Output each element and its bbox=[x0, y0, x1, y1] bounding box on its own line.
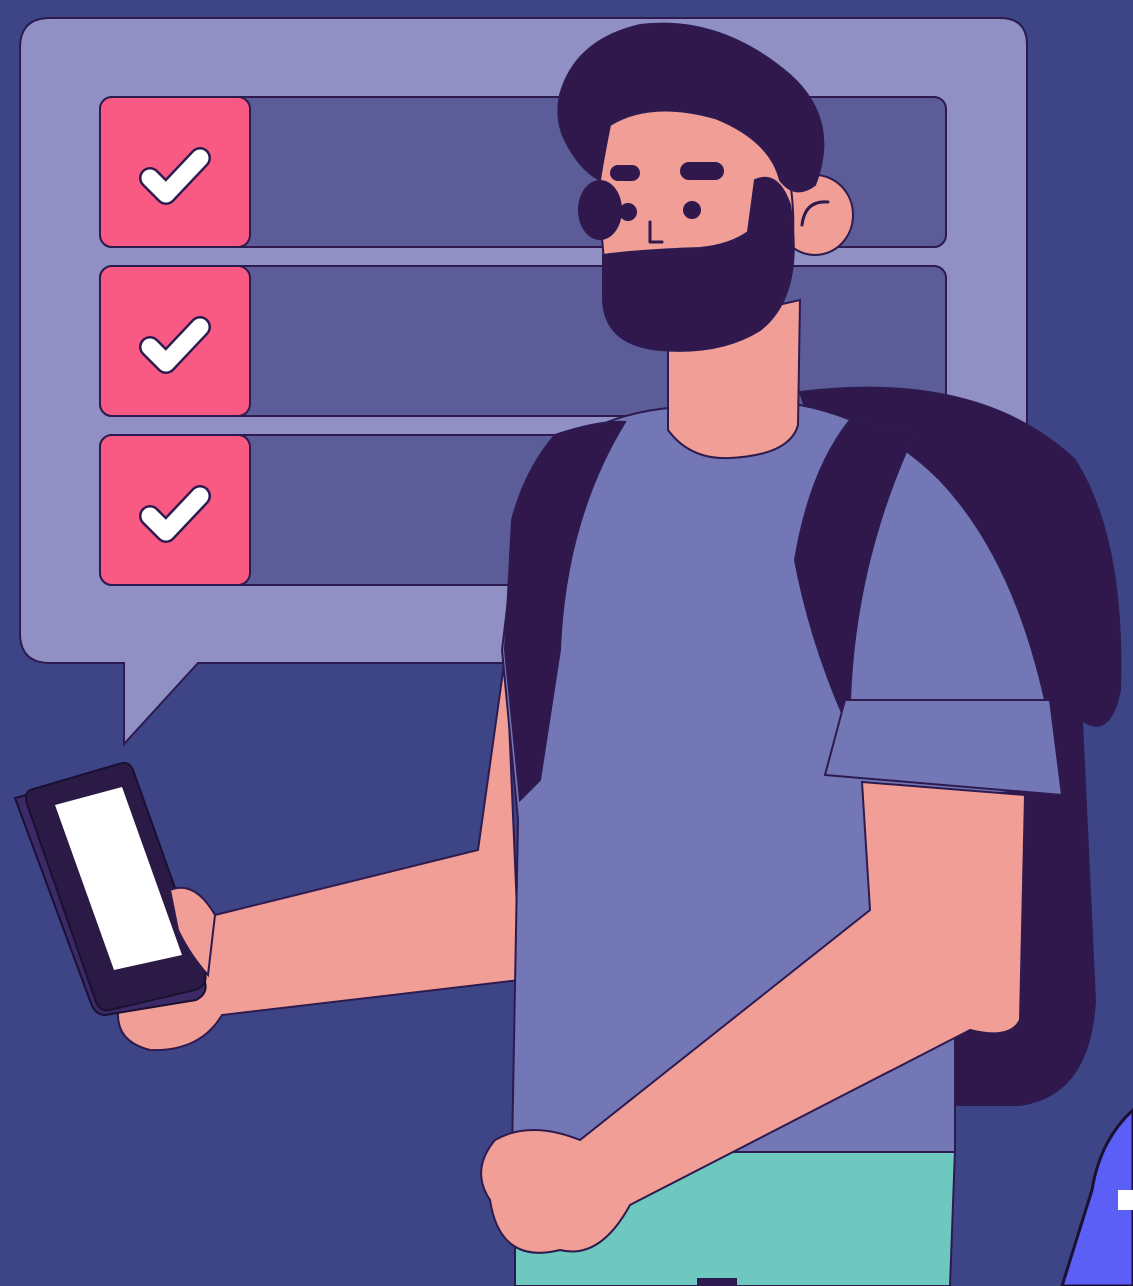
sideburn bbox=[578, 180, 622, 240]
eye-right bbox=[683, 201, 701, 219]
eyebrow-right bbox=[680, 162, 724, 180]
illustration-scene bbox=[0, 0, 1133, 1286]
pants-detail bbox=[697, 1278, 737, 1286]
eyebrow-left bbox=[610, 165, 640, 181]
eye-left bbox=[619, 203, 637, 221]
accent-corner-mark bbox=[1118, 1190, 1133, 1210]
